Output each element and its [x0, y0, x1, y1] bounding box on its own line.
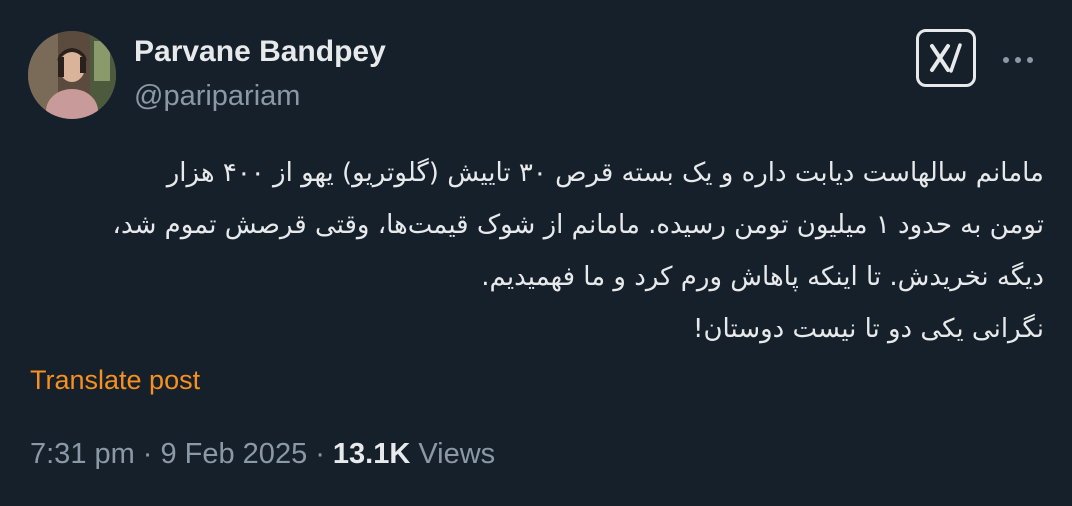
more-options-button[interactable] — [996, 42, 1040, 78]
post-metadata: 7:31 pm · 9 Feb 2025 · 13.1K Views — [30, 436, 495, 472]
post-text-line: نگرانی یکی دو تا نیست دوستان! — [693, 314, 1044, 344]
author-handle[interactable]: @paripariam — [134, 78, 300, 114]
views-label: Views — [418, 438, 496, 470]
avatar[interactable] — [28, 31, 116, 119]
post-time[interactable]: 7:31 pm — [30, 438, 135, 470]
more-options-icon — [1003, 57, 1009, 63]
translate-post-link[interactable]: Translate post — [30, 362, 200, 398]
post-text-line: تومن به حدود ۱ میلیون تومن رسیده. مامانم… — [112, 210, 1044, 240]
meta-separator: · — [142, 438, 153, 470]
post-text-line: مامانم سالهاست دیابت داره و یک بسته قرص … — [166, 158, 1044, 188]
profile-photo — [28, 31, 116, 119]
grok-button[interactable] — [916, 29, 976, 87]
meta-separator: · — [315, 438, 325, 470]
post-date[interactable]: 9 Feb 2025 — [160, 438, 307, 470]
post-text-line: دیگه نخریدش. تا اینکه پاهاش ورم کرد و ما… — [481, 262, 1044, 292]
views-count: 13.1K — [332, 438, 411, 470]
grok-logo-icon — [930, 43, 962, 73]
author-display-name[interactable]: Parvane Bandpey — [134, 34, 386, 70]
post-text: مامانم سالهاست دیابت داره و یک بسته قرص … — [60, 147, 1044, 355]
